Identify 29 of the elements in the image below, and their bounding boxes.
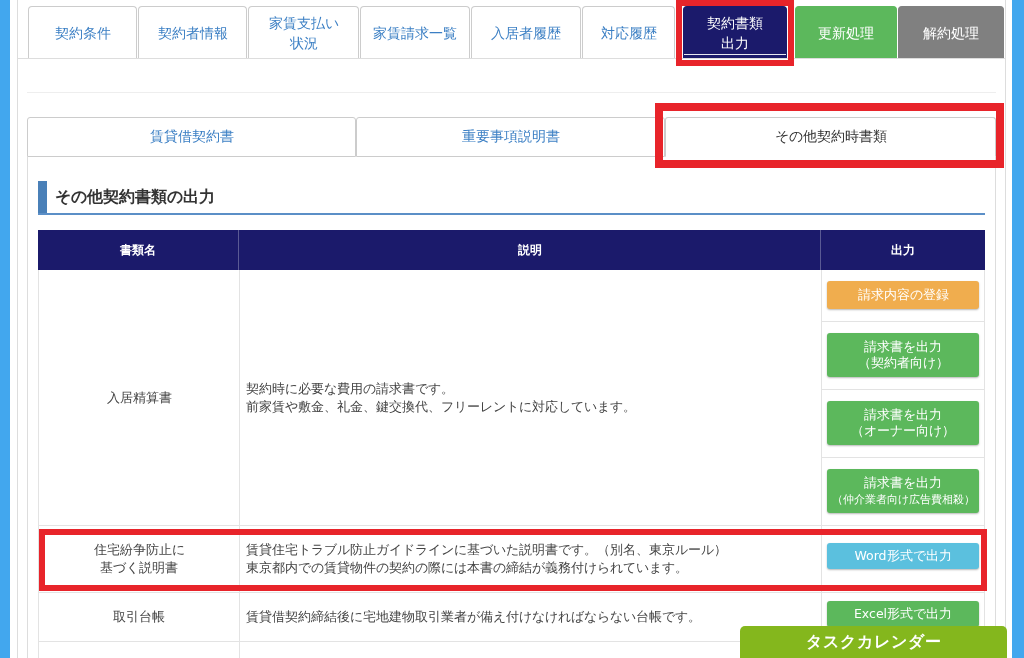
document-tab[interactable]: 重要事項説明書	[356, 117, 665, 157]
description-text: 賃貸住宅トラブル防止ガイドラインに基づいた説明書です。（別名、東京ルール）	[246, 541, 727, 559]
nav-tab[interactable]: 契約者情報	[138, 6, 247, 58]
nav-tab[interactable]: 家賃請求一覧	[360, 6, 470, 58]
output-button[interactable]: 請求書を出力 （仲介業者向け広告費相殺）	[827, 469, 979, 513]
output-button[interactable]: 請求書を出力 （契約者向け）	[827, 333, 979, 377]
task-calendar-tab[interactable]: タスクカレンダー	[740, 626, 1007, 658]
column-header: 書類名	[38, 230, 239, 270]
document-tab[interactable]: 賃貸借契約書	[27, 117, 356, 157]
nav-tab[interactable]: 契約書類出力	[683, 6, 787, 58]
table-cell: 取引台帳	[39, 593, 240, 642]
section-heading: その他契約書類の出力	[38, 181, 985, 215]
description-text: 前家賃や敷金、礼金、鍵交換代、フリーレントに対応しています。	[246, 397, 636, 416]
column-header: 出力	[890, 241, 916, 259]
nav-tab[interactable]: 契約条件	[28, 6, 137, 58]
table-cell: 入居精算書	[39, 270, 240, 526]
description-text: 契約時に必要な費用の請求書です。	[246, 379, 454, 398]
description-text: 東京都内での賃貸物件の契約の際には本書の締結が義務付けられています。	[246, 559, 688, 577]
column-header: 説明	[239, 230, 821, 270]
output-button[interactable]: Excel形式で出力	[827, 601, 979, 627]
nav-tab[interactable]: 家賃支払い状況	[248, 6, 359, 58]
output-button[interactable]: 請求書を出力 （オーナー向け）	[827, 401, 979, 445]
nav-tab[interactable]: 対応履歴	[582, 6, 675, 58]
nav-tab[interactable]: 更新処理	[795, 6, 897, 58]
nav-tab[interactable]: 解約処理	[898, 6, 1004, 58]
document-tab[interactable]: その他契約時書類	[665, 117, 996, 157]
table-cell: 住宅紛争防止に基づく説明書	[39, 526, 240, 593]
nav-tab[interactable]: 入居者履歴	[471, 6, 581, 58]
description-text: 賃貸借契約締結後に宅地建物取引業者が備え付けなければならない台帳です。	[246, 608, 701, 626]
